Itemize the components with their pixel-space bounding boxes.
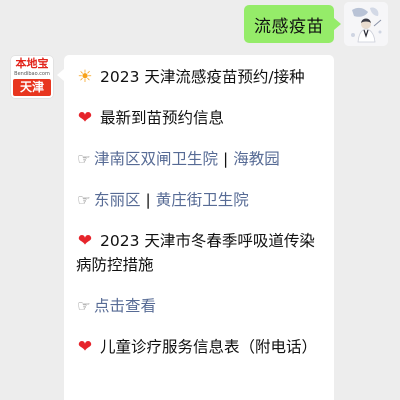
link-click-to-view[interactable]: 点击查看 [94, 297, 156, 315]
sent-message-bubble[interactable]: 流感疫苗 [244, 5, 341, 43]
pointing-hand-icon: ☞ [77, 297, 91, 315]
heart-icon: ❤ [77, 231, 93, 251]
chat-screen: 流感疫苗 本地宝 Bendibao.com 天津 ☀ 2023 天津流感疫苗预约/… [0, 0, 400, 400]
bendibao-logo-text: 本地宝 [15, 57, 49, 70]
reply-message-bubble: ☀ 2023 天津流感疫苗预约/接种 ❤ 最新到苗预约信息 ☞ 津南区双闸卫生院 | 海教… [57, 55, 334, 400]
section-children-clinics: ❤ 儿童诊疗服务信息表（附电话） [76, 335, 324, 359]
heart-icon: ❤ [77, 337, 93, 357]
link-huangzhuang-clinic[interactable]: 黄庄街卫生院 [156, 191, 249, 209]
sent-message-text: 流感疫苗 [254, 16, 324, 37]
link-dongli-district[interactable]: 东丽区 [94, 191, 141, 209]
link-separator: | [145, 191, 151, 209]
section-latest-appointments: ❤ 最新到苗预约信息 [76, 106, 324, 130]
section-children-clinics-text: 儿童诊疗服务信息表（附电话） [100, 338, 318, 356]
link-separator: | [223, 150, 229, 168]
link-row-jinnan: ☞ 津南区双闸卫生院 | 海教园 [76, 147, 324, 171]
section-winter-measures: ❤ 2023 天津市冬春季呼吸道传染病防控措施 [76, 229, 324, 277]
bendibao-avatar[interactable]: 本地宝 Bendibao.com 天津 [10, 55, 54, 99]
sun-icon: ☀ [77, 67, 93, 87]
pointing-hand-icon: ☞ [77, 191, 91, 209]
bendibao-url-text: Bendibao.com [14, 71, 50, 77]
bendibao-city-badge: 天津 [13, 79, 51, 96]
pointing-hand-icon: ☞ [77, 150, 91, 168]
link-haijiaoyuan[interactable]: 海教园 [233, 150, 280, 168]
heart-icon: ❤ [77, 108, 93, 128]
user-avatar-illustration [344, 2, 388, 46]
link-row-view: ☞ 点击查看 [76, 294, 324, 318]
section-latest-appointments-text: 最新到苗预约信息 [100, 109, 225, 127]
link-jinnan-shuangzha-clinic[interactable]: 津南区双闸卫生院 [94, 150, 218, 168]
reply-title-text: 2023 天津流感疫苗预约/接种 [100, 68, 305, 86]
reply-title-line: ☀ 2023 天津流感疫苗预约/接种 [76, 65, 324, 89]
user-avatar[interactable] [344, 2, 388, 46]
link-row-dongli: ☞ 东丽区 | 黄庄街卫生院 [76, 188, 324, 212]
section-winter-measures-text: 2023 天津市冬春季呼吸道传染病防控措施 [76, 232, 315, 274]
